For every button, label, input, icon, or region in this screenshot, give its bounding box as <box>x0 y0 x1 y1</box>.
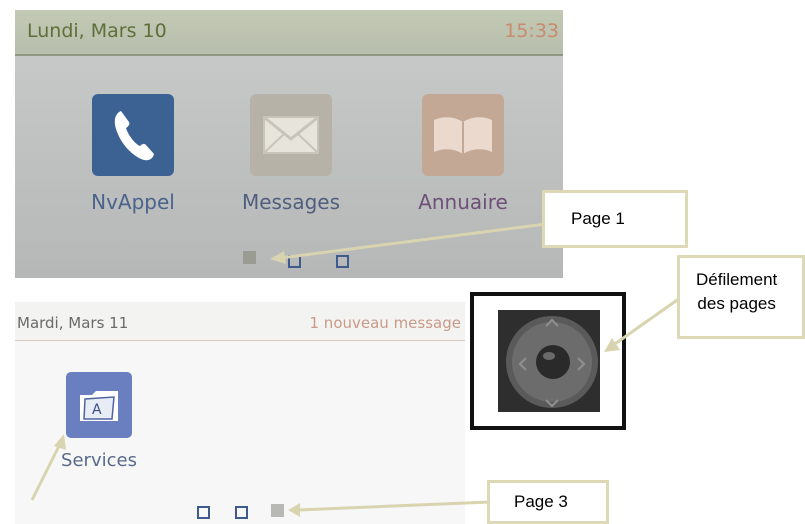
status-bar: Mardi, Mars 11 1 nouveau message <box>15 302 465 341</box>
callout-page1: Page 1 <box>542 190 688 248</box>
page-dot <box>336 255 349 268</box>
callout-defilement-line1: Défilement <box>696 270 778 289</box>
phone-screen-page3: Mardi, Mars 11 1 nouveau message A Servi… <box>15 302 465 524</box>
page-dot-active <box>271 504 284 517</box>
book-icon[interactable] <box>422 94 504 176</box>
callout-page3-text: Page 3 <box>514 492 568 511</box>
app-messages[interactable]: Messages <box>231 94 351 214</box>
page-dot-active <box>243 251 256 264</box>
app-label: Annuaire <box>418 190 508 214</box>
page-dot <box>197 506 210 519</box>
callout-page1-text: Page 1 <box>571 209 625 228</box>
phone-screen-page1: Lundi, Mars 10 15:33 NvAppel Messages An… <box>15 10 563 278</box>
notification-label: 1 nouveau message <box>309 314 462 332</box>
keypad-photo-frame <box>470 292 626 430</box>
phone-icon[interactable] <box>92 94 174 176</box>
svg-text:A: A <box>92 402 102 418</box>
services-folder-icon[interactable]: A <box>66 372 132 438</box>
callout-defilement-text: Défilement des pages <box>696 268 777 316</box>
app-label: Messages <box>241 190 341 214</box>
page-dot <box>288 255 301 268</box>
date-label: Lundi, Mars 10 <box>27 20 167 42</box>
time-label: 15:33 <box>504 20 559 42</box>
app-annuaire[interactable]: Annuaire <box>403 94 523 214</box>
app-label: NvAppel <box>91 190 175 214</box>
callout-defilement-line2: des pages <box>697 294 776 313</box>
callout-page3: Page 3 <box>487 480 609 524</box>
callout-defilement: Défilement des pages <box>677 255 805 339</box>
navigation-keypad-icon <box>498 310 600 412</box>
app-nvappel[interactable]: NvAppel <box>73 94 193 214</box>
page-dot <box>235 506 248 519</box>
app-services[interactable]: A Services <box>39 372 159 471</box>
app-label: Services <box>61 450 137 471</box>
envelope-icon[interactable] <box>250 94 332 176</box>
status-bar: Lundi, Mars 10 15:33 <box>15 10 563 56</box>
date-label: Mardi, Mars 11 <box>17 314 129 332</box>
